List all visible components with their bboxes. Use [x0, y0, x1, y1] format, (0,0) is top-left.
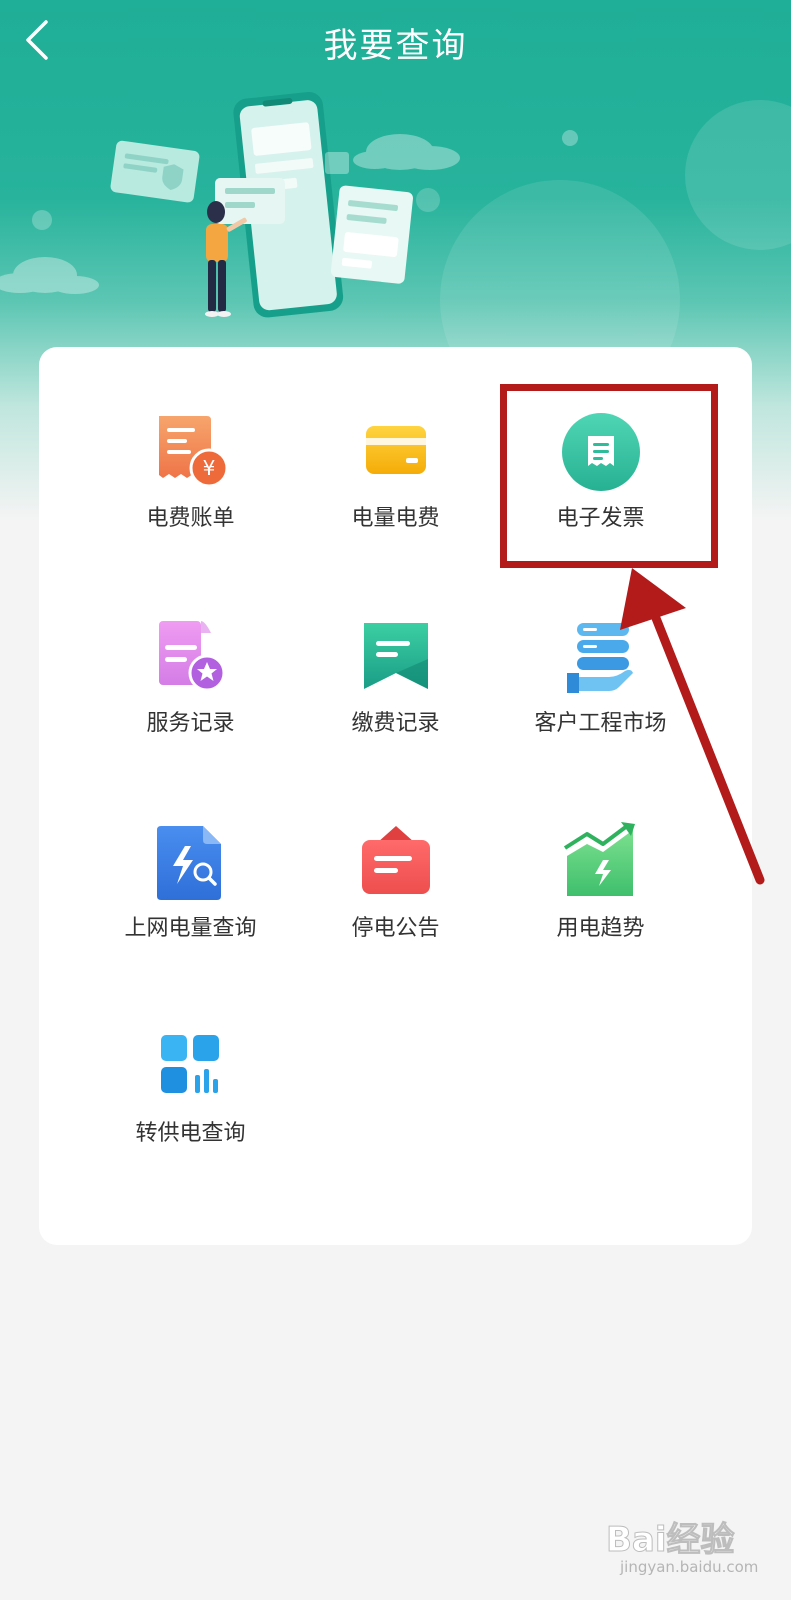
invoice-icon — [562, 413, 640, 491]
menu-item-customer-engineering-market[interactable]: 客户工程市场 — [496, 597, 705, 772]
menu-item-label: 电子发票 — [556, 506, 645, 531]
svg-text:¥: ¥ — [203, 456, 216, 480]
menu-item-outage-notice[interactable]: 停电公告 — [291, 802, 500, 977]
announcement-icon — [362, 826, 430, 894]
bookmark-record-icon — [364, 623, 428, 689]
menu-item-e-invoice[interactable]: 电子发票 — [496, 392, 705, 567]
trend-chart-icon — [563, 822, 635, 896]
menu-item-label: 用电趋势 — [556, 916, 645, 941]
menu-item-transfer-power-query[interactable]: 转供电查询 — [86, 1007, 295, 1182]
bill-yuan-icon: ¥ — [159, 416, 229, 488]
menu-item-label: 转供电查询 — [135, 1121, 246, 1146]
menu-item-usage-trend[interactable]: 用电趋势 — [496, 802, 705, 977]
menu-item-grid-power-query[interactable]: 上网电量查询 — [86, 802, 295, 977]
card-icon — [366, 426, 426, 474]
page-title: 我要查询 — [323, 26, 468, 66]
menu-item-service-records[interactable]: 服务记录 — [86, 597, 295, 772]
query-menu-card: ¥ 电费账单 电量电费 电子发票 服务记录 缴费记录 客户工程市场 上网电量查询… — [39, 347, 752, 1245]
menu-item-electricity-bill[interactable]: ¥ 电费账单 — [86, 392, 295, 567]
document-star-icon — [159, 621, 226, 692]
menu-item-power-usage[interactable]: 电量电费 — [291, 392, 500, 567]
menu-item-payment-records[interactable]: 缴费记录 — [291, 597, 500, 772]
menu-item-label: 客户工程市场 — [534, 711, 667, 736]
watermark-url: jingyan.baidu.com — [620, 1558, 759, 1576]
watermark: Bai经验 jingyan.baidu.com — [606, 1512, 766, 1582]
grid-bars-icon — [161, 1035, 219, 1093]
watermark-brand: Bai经验 — [606, 1520, 736, 1561]
file-lightning-search-icon — [157, 826, 221, 900]
stack-hand-icon — [567, 623, 633, 693]
